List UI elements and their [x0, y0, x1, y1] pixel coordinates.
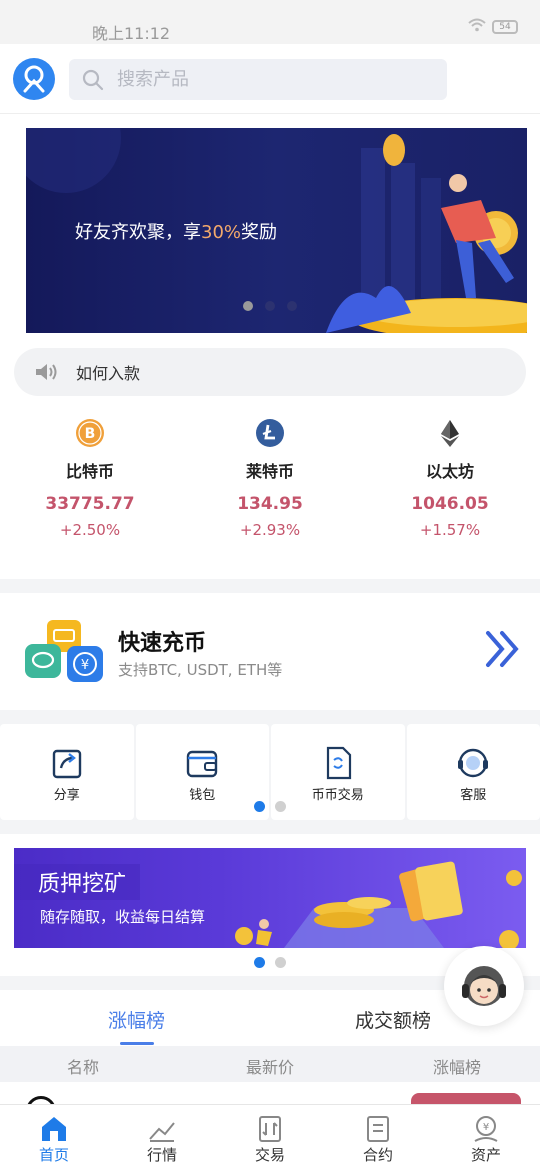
shortcut-share[interactable]: 分享	[0, 724, 134, 820]
double-chevron-right-icon[interactable]	[484, 629, 524, 669]
coin-change: +2.93%	[239, 521, 301, 539]
svg-text:¥: ¥	[483, 1122, 489, 1133]
tab-volume[interactable]: 成交额榜	[355, 1006, 431, 1033]
nav-label: 行情	[146, 1146, 177, 1164]
status-bar: 晚上11:12 54	[0, 0, 540, 44]
coin-name: 以太坊	[425, 462, 474, 481]
pagination-dot[interactable]	[254, 957, 265, 968]
assets-icon: ¥	[474, 1116, 498, 1142]
app-logo-icon[interactable]	[13, 58, 55, 100]
coin-trade-icon	[326, 746, 351, 780]
coin-ticker: B 比特币 33775.77 +2.50% 莱特币 134.95 +2.93% …	[0, 418, 540, 548]
coin-price: 1046.05	[411, 494, 489, 514]
shortcut-coin-trade[interactable]: 币币交易	[271, 724, 405, 820]
coin-item-litecoin[interactable]: 莱特币 134.95 +2.93%	[180, 418, 360, 548]
recharge-subtitle: 支持BTC, USDT, ETH等	[118, 661, 283, 679]
banner-text: 好友齐欢聚，享30%奖励	[75, 222, 278, 243]
notice-bar[interactable]: 如何入款	[14, 348, 526, 396]
coin-name: 比特币	[65, 462, 114, 481]
pagination-dot[interactable]	[254, 801, 265, 812]
shortcut-customer-service[interactable]: 客服	[406, 724, 540, 820]
support-avatar-icon	[462, 966, 506, 1006]
wallet-icon	[187, 750, 218, 778]
market-icon	[149, 1122, 175, 1142]
mining-subtitle: 随存随取，收益每日结算	[40, 908, 206, 926]
battery-icon: 54	[492, 20, 518, 34]
search-input[interactable]	[117, 69, 417, 90]
nav-label: 资产	[470, 1146, 501, 1164]
coin-name: 莱特币	[245, 462, 294, 481]
shortcut-label: 钱包	[189, 788, 216, 803]
nav-label: 首页	[38, 1146, 69, 1164]
nav-home[interactable]: 首页	[0, 1105, 108, 1170]
shortcut-label: 币币交易	[311, 788, 364, 803]
banner-pagination	[243, 301, 297, 311]
pagination-dot[interactable]	[275, 801, 286, 812]
ranking-header: 名称 最新价 涨幅榜	[0, 1046, 540, 1082]
coin-price: 134.95	[237, 494, 303, 514]
quick-recharge-card[interactable]: ¥ 快速充币 支持BTC, USDT, ETH等	[0, 593, 540, 710]
share-icon	[52, 749, 81, 779]
promo-banner[interactable]: 好友齐欢聚，享30%奖励	[26, 128, 527, 333]
svg-text:¥: ¥	[81, 658, 89, 673]
notice-text: 如何入款	[76, 364, 141, 383]
nav-contract[interactable]: 合约	[324, 1105, 432, 1170]
speaker-icon	[36, 364, 57, 380]
home-icon	[42, 1117, 66, 1141]
banner-dot[interactable]	[243, 301, 253, 311]
search-icon	[82, 69, 104, 90]
shortcut-grid: 分享 钱包 币币交易 客服	[0, 724, 540, 820]
nav-trade[interactable]: 交易	[216, 1105, 324, 1170]
coin-item-bitcoin[interactable]: B 比特币 33775.77 +2.50%	[0, 418, 180, 548]
search-box[interactable]	[69, 59, 447, 100]
floating-support-button[interactable]	[444, 946, 524, 1026]
coin-price: 33775.77	[45, 494, 135, 514]
nav-market[interactable]: 行情	[108, 1105, 216, 1170]
contract-icon	[367, 1116, 389, 1142]
shortcut-pagination	[254, 801, 286, 812]
coin-change: +2.50%	[59, 521, 121, 539]
recharge-icon: ¥	[25, 620, 103, 682]
bitcoin-icon: B	[76, 419, 104, 447]
banner-dot[interactable]	[265, 301, 275, 311]
litecoin-icon	[256, 419, 284, 447]
status-time: 晚上11:12	[92, 24, 171, 43]
bottom-nav: 首页 行情 交易 合约 ¥ 资产	[0, 1104, 540, 1170]
header	[0, 44, 540, 114]
coin-change: +1.57%	[419, 521, 481, 539]
tab-underline	[120, 1042, 154, 1045]
nav-label: 交易	[254, 1146, 285, 1164]
recharge-title: 快速充币	[118, 631, 207, 656]
column-price: 最新价	[246, 1058, 295, 1077]
shortcut-label: 客服	[460, 788, 487, 803]
trade-icon	[259, 1116, 281, 1142]
customer-service-icon	[458, 748, 489, 778]
change-badge	[411, 1093, 521, 1104]
wifi-icon	[468, 18, 486, 36]
mining-title: 质押挖矿	[14, 864, 141, 900]
nav-assets[interactable]: ¥ 资产	[432, 1105, 540, 1170]
table-row[interactable]	[0, 1082, 540, 1104]
ethereum-icon	[441, 420, 459, 447]
status-icons: 54	[468, 18, 518, 36]
mining-pagination	[254, 957, 286, 968]
nav-label: 合约	[362, 1146, 393, 1164]
shortcut-label: 分享	[53, 788, 80, 803]
column-name: 名称	[67, 1058, 100, 1077]
svg-text:B: B	[85, 426, 96, 442]
pagination-dot[interactable]	[275, 957, 286, 968]
banner-dot[interactable]	[287, 301, 297, 311]
shortcut-wallet[interactable]: 钱包	[135, 724, 269, 820]
mining-banner[interactable]: 质押挖矿 随存随取，收益每日结算	[14, 848, 526, 948]
coin-item-ethereum[interactable]: 以太坊 1046.05 +1.57%	[360, 418, 540, 548]
coin-icon	[26, 1096, 56, 1104]
column-change: 涨幅榜	[433, 1058, 482, 1077]
tab-gainers[interactable]: 涨幅榜	[108, 1006, 165, 1033]
